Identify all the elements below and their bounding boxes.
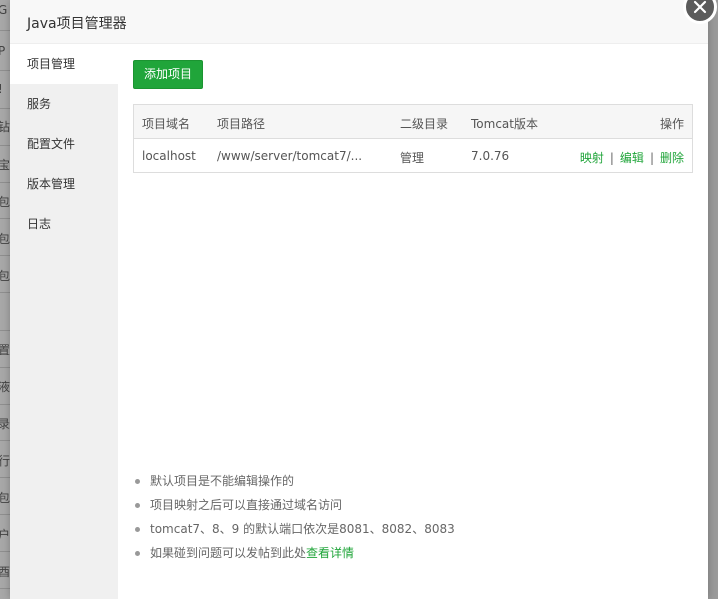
table-header: 项目域名 项目路径 二级目录 Tomcat版本 操作 [134,105,692,139]
sidebar-item-project-management[interactable]: 项目管理 [10,44,118,84]
delete-link[interactable]: 删除 [660,151,684,165]
column-header-actions: 操作 [659,117,684,131]
sidebar-item-label: 项目管理 [27,57,76,71]
sidebar-item-label: 日志 [27,217,52,231]
sidebar-item-label: 版本管理 [27,177,76,191]
add-project-button[interactable]: 添加项目 [133,60,203,89]
list-item: tomcat7、8、9 的默认端口依次是8081、8082、8083 [134,521,694,545]
sidebar-item-logs[interactable]: 日志 [10,204,118,244]
note-text: 如果碰到问题可以发帖到此处 [150,546,307,560]
dialog-title: Java项目管理器 [27,16,127,32]
note-text: tomcat7、8、9 的默认端口依次是8081、8082、8083 [150,522,455,536]
bullet-icon [135,479,140,484]
list-item: 项目映射之后可以直接通过域名访问 [134,497,694,521]
note-text: 项目映射之后可以直接通过域名访问 [150,498,343,512]
sidebar-item-config-file[interactable]: 配置文件 [10,124,118,164]
cell-tomcat-version: 7.0.76 [471,149,510,163]
column-header-path: 项目路径 [217,117,266,131]
bullet-icon [135,551,140,556]
project-table: 项目域名 项目路径 二级目录 Tomcat版本 操作 localhost /ww… [133,104,693,173]
action-separator: | [649,151,654,165]
dialog-header: Java项目管理器 [10,0,708,44]
bullet-icon [135,503,140,508]
edit-link[interactable]: 编辑 [620,151,644,165]
note-text: 默认项目是不能编辑操作的 [150,474,295,488]
view-details-link[interactable]: 查看详情 [306,546,354,560]
sidebar-item-label: 配置文件 [27,137,76,151]
list-item: 默认项目是不能编辑操作的 [134,473,694,497]
sidebar-item-label: 服务 [27,97,52,111]
close-icon [693,0,707,14]
column-header-tomcat-version: Tomcat版本 [471,117,538,131]
map-link[interactable]: 映射 [580,151,604,165]
sidebar: 项目管理 服务 配置文件 版本管理 日志 [10,44,118,599]
help-notes: 默认项目是不能编辑操作的 项目映射之后可以直接通过域名访问 tomcat7、8、… [134,473,694,569]
bullet-icon [135,527,140,532]
column-header-subdir: 二级目录 [400,117,449,131]
column-header-domain: 项目域名 [142,117,191,131]
cell-domain: localhost [142,149,196,163]
subdir-manage-link[interactable]: 管理 [400,149,424,166]
list-item: 如果碰到问题可以发帖到此处查看详情 [134,545,694,569]
java-project-manager-dialog: Java项目管理器 项目管理 服务 配置文件 版本管理 日志 添加项目 项目域名… [10,0,708,599]
sidebar-item-service[interactable]: 服务 [10,84,118,124]
sidebar-item-version-management[interactable]: 版本管理 [10,164,118,204]
action-separator: | [609,151,614,165]
project-path-link[interactable]: /www/server/tomcat7/... [217,149,362,163]
row-actions: 映射 | 编辑 | 删除 [580,149,684,166]
